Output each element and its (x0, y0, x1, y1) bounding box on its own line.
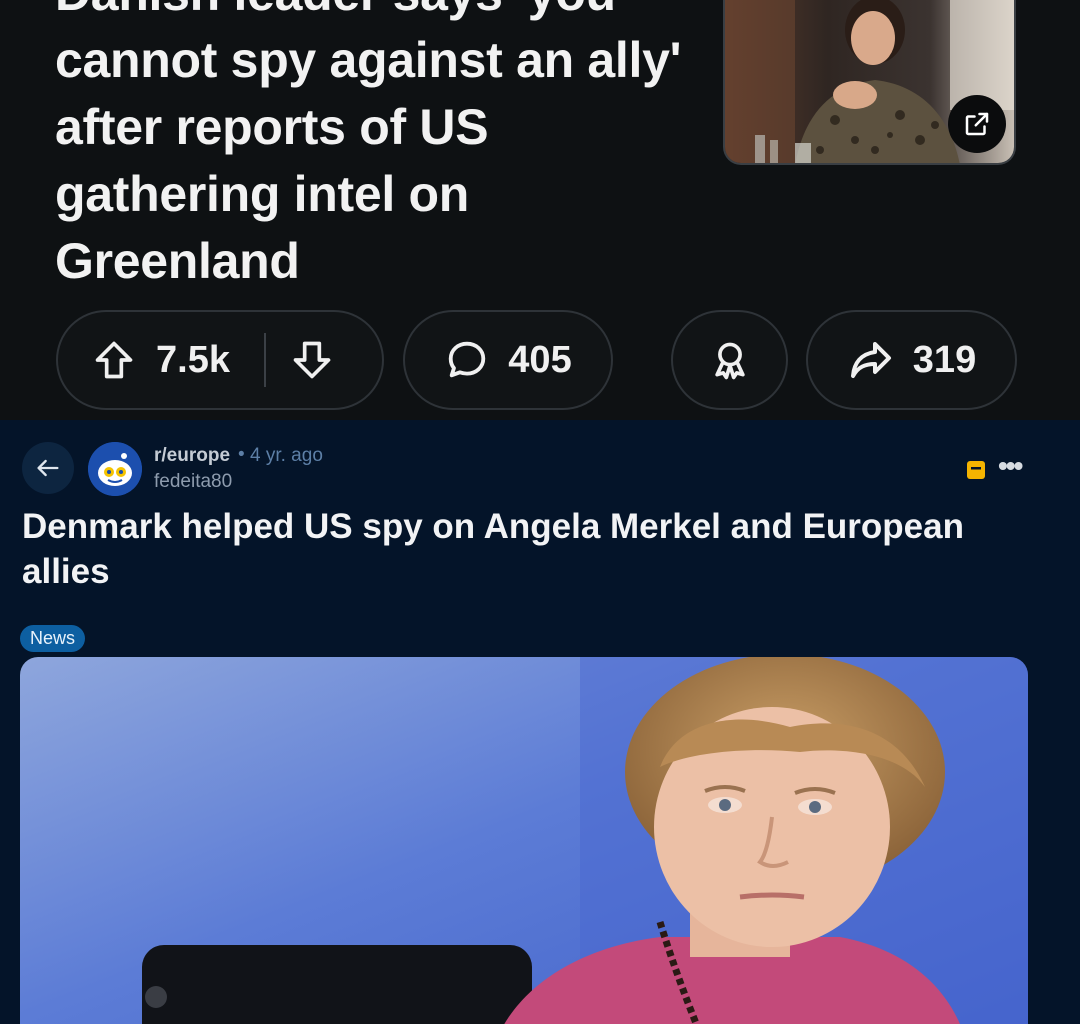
more-icon[interactable]: ••• (998, 450, 1023, 482)
bottom-post: r/europe • 4 yr. ago fedeita80 ••• Denma… (0, 420, 1080, 1024)
post-photo (20, 657, 1028, 1024)
post-author[interactable]: fedeita80 (154, 471, 232, 493)
post-age: 4 yr. ago (250, 445, 323, 466)
upvote-icon[interactable] (92, 338, 136, 382)
post-title[interactable]: Denmark helped US spy on Angela Merkel a… (22, 504, 1032, 594)
back-arrow-icon (37, 459, 59, 477)
share-count: 319 (912, 338, 977, 381)
back-button[interactable] (22, 442, 74, 494)
upvote-count: 7.5k (156, 338, 230, 381)
comment-count: 405 (508, 338, 572, 381)
vote-bar: 7.5k (56, 310, 384, 410)
downvote-icon[interactable] (290, 338, 334, 382)
top-post: Danish leader says 'you cannot spy again… (0, 0, 1080, 420)
share-icon (850, 342, 891, 378)
comments-button[interactable]: 405 (403, 310, 613, 410)
subreddit-name[interactable]: r/europe (154, 445, 230, 467)
vote-divider (263, 333, 266, 387)
post-image[interactable] (20, 657, 1028, 1024)
top-post-title[interactable]: Danish leader says 'you cannot spy again… (55, 0, 705, 295)
external-link-button[interactable] (948, 95, 1006, 153)
comment-icon (449, 341, 486, 378)
award-icon (714, 342, 745, 380)
post-flair[interactable]: News (20, 625, 86, 652)
external-link-icon (965, 112, 989, 136)
subreddit-avatar-icon (88, 442, 142, 496)
share-button[interactable]: 319 (806, 310, 1017, 410)
meta-separator: • (238, 444, 245, 465)
subreddit-avatar[interactable] (88, 442, 142, 496)
award-button[interactable] (671, 310, 788, 410)
save-icon[interactable] (966, 460, 986, 480)
